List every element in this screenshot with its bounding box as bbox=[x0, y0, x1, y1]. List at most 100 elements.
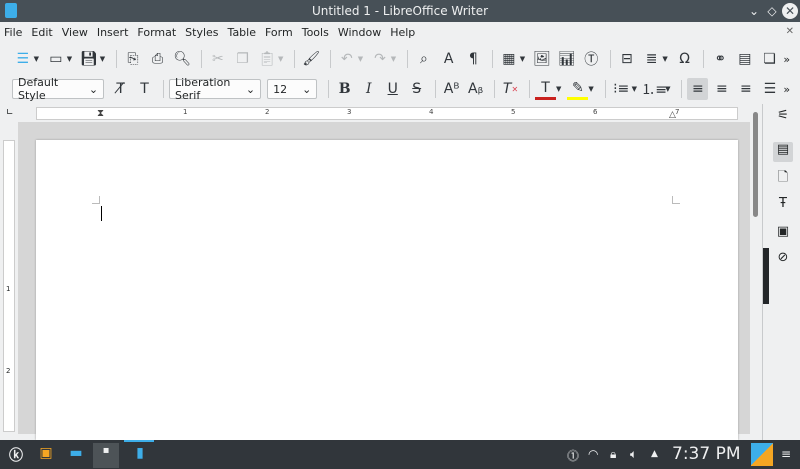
unordered-list-icon[interactable]: ⁝≡ bbox=[611, 78, 632, 100]
ordered-list-icon[interactable]: ⒈≡ bbox=[641, 78, 667, 100]
new-document-icon[interactable]: ☰ bbox=[12, 48, 34, 70]
redo-icon[interactable]: ↷ bbox=[369, 48, 391, 70]
sidebar-navigator-icon[interactable]: ⊘ bbox=[773, 250, 793, 270]
tab-stop-selector[interactable]: ∟ bbox=[6, 108, 14, 118]
font-name-select[interactable]: Liberation Serif ⌄ bbox=[169, 76, 262, 102]
tray-expand-icon[interactable]: ▲ bbox=[651, 449, 658, 459]
menu-styles[interactable]: Styles bbox=[185, 26, 218, 39]
font-color-icon[interactable]: T bbox=[534, 78, 556, 100]
wifi-icon[interactable]: ◠ bbox=[588, 447, 598, 461]
clone-formatting-icon[interactable]: 🖌︎ bbox=[300, 48, 322, 70]
paste-dropdown[interactable]: ▼ bbox=[278, 55, 283, 63]
desktop-icon[interactable]: ▣ bbox=[36, 445, 56, 465]
maximize-button[interactable]: ◇ bbox=[764, 3, 780, 19]
export-pdf-icon[interactable]: ⎘ bbox=[122, 48, 144, 70]
italic-icon[interactable]: I bbox=[358, 78, 379, 100]
sidebar-toggle-handle[interactable] bbox=[763, 248, 769, 304]
open-dropdown[interactable]: ▼ bbox=[67, 55, 72, 63]
writer-task-icon[interactable]: ▮ bbox=[130, 445, 150, 465]
insert-field-icon[interactable]: ≣ bbox=[641, 48, 663, 70]
insert-image-icon[interactable]: 🖼︎ bbox=[531, 48, 553, 70]
open-folder-icon[interactable]: ▭ bbox=[45, 48, 67, 70]
panel-menu-icon[interactable]: ≡ bbox=[781, 447, 791, 461]
highlight-dropdown[interactable]: ▼ bbox=[588, 85, 593, 93]
kde-launcher-icon[interactable]: ⓚ bbox=[6, 445, 26, 465]
undo-dropdown[interactable]: ▼ bbox=[358, 55, 363, 63]
menu-window[interactable]: Window bbox=[338, 26, 381, 39]
update-style-icon[interactable]: T̸ bbox=[110, 78, 131, 100]
print-preview-icon[interactable]: 🔍︎ bbox=[171, 48, 193, 70]
horizontal-ruler[interactable]: 1 2 3 4 5 6 7 ⧗ △ bbox=[36, 107, 738, 120]
new-style-icon[interactable]: T bbox=[134, 78, 155, 100]
subscript-icon[interactable]: Aᵦ bbox=[465, 78, 486, 100]
save-icon[interactable]: 💾︎ bbox=[78, 48, 100, 70]
close-document-button[interactable]: ✕ bbox=[786, 26, 794, 37]
paragraph-style-select[interactable]: Default Style ⌄ bbox=[12, 76, 105, 102]
spelling-icon[interactable]: A bbox=[438, 48, 460, 70]
insert-table-icon[interactable]: ▦ bbox=[498, 48, 520, 70]
new-dropdown[interactable]: ▼ bbox=[34, 55, 39, 63]
align-right-icon[interactable]: ≡ bbox=[735, 78, 756, 100]
table-dropdown[interactable]: ▼ bbox=[520, 55, 525, 63]
volume-icon[interactable]: 🔈︎ bbox=[630, 447, 637, 462]
strikethrough-icon[interactable]: S bbox=[406, 78, 427, 100]
sidebar-properties-icon[interactable]: ▤ bbox=[773, 142, 793, 162]
insert-hyperlink-icon[interactable]: ⚭ bbox=[709, 48, 731, 70]
show-desktop-icon[interactable] bbox=[751, 443, 773, 466]
insert-footnote-icon[interactable]: ▤ bbox=[734, 48, 756, 70]
insert-comment-icon[interactable]: ❏ bbox=[759, 48, 781, 70]
vertical-ruler[interactable]: 1 2 bbox=[3, 140, 15, 432]
font-size-select[interactable]: 12 ⌄ bbox=[267, 79, 318, 99]
right-indent-handle[interactable]: △ bbox=[669, 110, 676, 120]
insert-page-break-icon[interactable]: ⊟ bbox=[616, 48, 638, 70]
menu-format[interactable]: Format bbox=[137, 26, 176, 39]
align-center-icon[interactable]: ≡ bbox=[711, 78, 732, 100]
minimize-button[interactable]: ⌄ bbox=[746, 3, 762, 19]
paste-icon[interactable]: 📋︎ bbox=[256, 48, 278, 70]
menu-table[interactable]: Table bbox=[228, 26, 256, 39]
insert-text-box-icon[interactable]: Ⓣ bbox=[580, 48, 602, 70]
lock-icon[interactable]: 🔒︎ bbox=[610, 447, 616, 462]
vertical-scrollbar[interactable] bbox=[753, 112, 758, 217]
align-left-icon[interactable]: ≡ bbox=[687, 78, 709, 100]
close-button[interactable]: ✕ bbox=[782, 3, 798, 19]
menu-insert[interactable]: Insert bbox=[97, 26, 129, 39]
clock[interactable]: 7:37 PM bbox=[672, 444, 741, 464]
special-character-icon[interactable]: Ω bbox=[674, 48, 696, 70]
copy-icon[interactable]: ❐ bbox=[232, 48, 254, 70]
print-icon[interactable]: ⎙ bbox=[147, 48, 169, 70]
left-indent-handle[interactable]: ⧗ bbox=[97, 108, 104, 119]
more-options-icon[interactable]: » bbox=[783, 53, 790, 66]
file-manager-icon[interactable]: ▬ bbox=[66, 445, 86, 465]
menu-form[interactable]: Form bbox=[265, 26, 293, 39]
menu-help[interactable]: Help bbox=[390, 26, 415, 39]
justify-icon[interactable]: ☰ bbox=[759, 78, 780, 100]
undo-icon[interactable]: ↶ bbox=[336, 48, 358, 70]
find-replace-icon[interactable]: ⌕ bbox=[413, 48, 435, 70]
insert-chart-icon[interactable]: 📊︎ bbox=[556, 48, 578, 70]
save-dropdown[interactable]: ▼ bbox=[100, 55, 105, 63]
redo-dropdown[interactable]: ▼ bbox=[391, 55, 396, 63]
sidebar-settings-icon[interactable]: ⚟ bbox=[773, 108, 793, 128]
bold-icon[interactable]: B bbox=[334, 78, 355, 100]
formatting-marks-icon[interactable]: ¶ bbox=[462, 48, 484, 70]
more-options-icon[interactable]: » bbox=[783, 83, 790, 96]
sidebar-styles-icon[interactable]: Ŧ bbox=[773, 196, 793, 216]
underline-icon[interactable]: U bbox=[382, 78, 403, 100]
superscript-icon[interactable]: Aᴮ bbox=[441, 78, 462, 100]
sidebar-gallery-icon[interactable]: ▣ bbox=[773, 224, 793, 244]
menu-view[interactable]: View bbox=[62, 26, 88, 39]
numbering-dropdown[interactable]: ▼ bbox=[665, 85, 670, 93]
bullets-dropdown[interactable]: ▼ bbox=[632, 85, 637, 93]
updates-icon[interactable]: ⓵ bbox=[567, 447, 579, 464]
sidebar-page-icon[interactable]: 🗋︎ bbox=[773, 168, 793, 188]
menu-file[interactable]: File bbox=[4, 26, 22, 39]
menu-edit[interactable]: Edit bbox=[31, 26, 52, 39]
menu-tools[interactable]: Tools bbox=[302, 26, 329, 39]
field-dropdown[interactable]: ▼ bbox=[662, 55, 667, 63]
clear-formatting-icon[interactable]: T ✕ bbox=[500, 78, 521, 100]
cut-icon[interactable]: ✂ bbox=[207, 48, 229, 70]
highlight-color-icon[interactable]: ✎ bbox=[567, 78, 589, 100]
font-color-dropdown[interactable]: ▼ bbox=[556, 85, 561, 93]
document-page[interactable] bbox=[36, 140, 738, 440]
